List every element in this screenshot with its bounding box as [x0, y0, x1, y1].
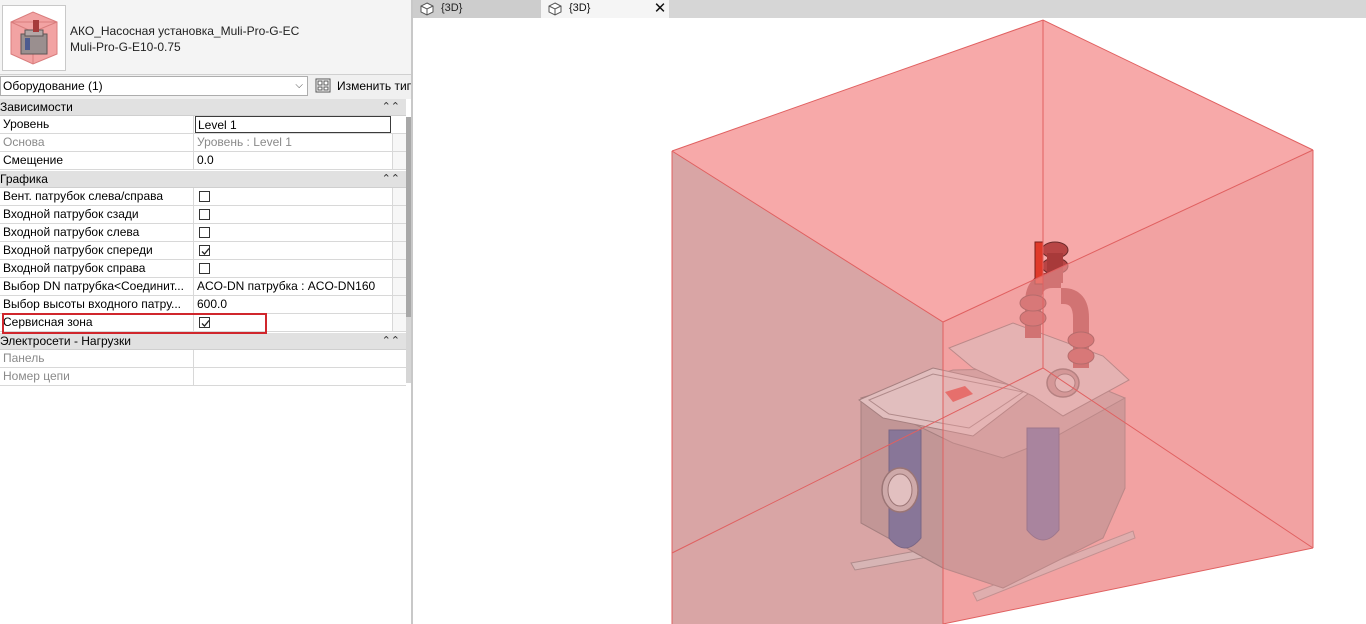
property-extra-cell — [392, 134, 406, 151]
group-label: Зависимости — [0, 100, 73, 114]
property-row-host[interactable]: Основа Уровень : Level 1 — [0, 134, 406, 152]
property-extra-cell — [392, 224, 406, 241]
host-value: Уровень : Level 1 — [197, 135, 292, 149]
3d-viewport[interactable] — [413, 18, 1366, 624]
property-extra-cell — [392, 260, 406, 277]
instance-filter-row: Оборудование (1) ⌵ Изменить тип — [0, 75, 411, 99]
property-row-level[interactable]: Уровень Level 1 — [0, 116, 406, 134]
edit-type-label: Изменить тип — [337, 79, 411, 93]
property-extra-cell — [392, 278, 406, 295]
property-row-inlet-left[interactable]: Входной патрубок слева — [0, 224, 406, 242]
checkbox[interactable] — [199, 209, 210, 220]
group-header-electrical-loads[interactable]: Электросети - Нагрузки ⌃⌃ — [0, 333, 406, 350]
property-row-dn-select[interactable]: Выбор DN патрубка<Соединит... ACO-DN пат… — [0, 278, 406, 296]
panel-value — [195, 350, 391, 367]
property-extra-cell — [392, 242, 406, 259]
property-label: Выбор DN патрубка<Соединит... — [0, 278, 194, 295]
type-name: Muli-Pro-G-E10-0.75 — [70, 40, 181, 54]
3d-model-view[interactable] — [413, 18, 1366, 624]
checkbox[interactable] — [199, 191, 210, 202]
view-tab-bar: {3D} {3D} ✕ — [413, 0, 1366, 18]
edit-type-button[interactable]: Изменить тип — [312, 76, 411, 96]
property-extra-cell — [392, 314, 406, 331]
checkmark-icon — [201, 248, 210, 255]
checkbox[interactable] — [199, 263, 210, 274]
tab-label: {3D} — [441, 2, 463, 14]
checkmark-icon — [201, 320, 210, 327]
inlet-height-value[interactable]: 600.0 — [195, 296, 391, 313]
group-header-graphics[interactable]: Графика ⌃⌃ — [0, 171, 406, 188]
property-label: Номер цепи — [0, 368, 194, 385]
checkbox-checked[interactable] — [199, 317, 210, 328]
property-row-panel[interactable]: Панель — [0, 350, 406, 368]
group-header-constraints[interactable]: Зависимости ⌃⌃ — [0, 99, 406, 116]
property-row-offset[interactable]: Смещение 0.0 — [0, 152, 406, 170]
property-extra-cell — [392, 152, 406, 169]
property-label: Входной патрубок слева — [0, 224, 194, 241]
property-label: Сервисная зона — [0, 314, 194, 331]
3d-view-icon — [420, 2, 434, 16]
instance-filter-dropdown[interactable]: Оборудование (1) ⌵ — [0, 76, 308, 96]
group-label: Электросети - Нагрузки — [0, 334, 131, 348]
property-extra-cell — [392, 188, 406, 205]
checkbox-checked[interactable] — [199, 245, 210, 256]
type-selector[interactable]: АКО_Насосная установка_Muli-Pro-G-EC Mul… — [0, 0, 411, 75]
close-icon[interactable]: ✕ — [652, 0, 668, 18]
edit-type-icon — [315, 78, 331, 93]
property-row-inlet-front[interactable]: Входной патрубок спереди — [0, 242, 406, 260]
tab-label: {3D} — [569, 2, 591, 14]
property-row-circuit-number[interactable]: Номер цепи — [0, 368, 406, 386]
family-name: АКО_Насосная установка_Muli-Pro-G-EC — [70, 24, 300, 38]
property-row-inlet-right[interactable]: Входной патрубок справа — [0, 260, 406, 278]
property-extra-cell — [392, 296, 406, 313]
3d-view-icon — [548, 2, 562, 16]
property-label: Панель — [0, 350, 194, 367]
dn-value[interactable]: ACO-DN патрубка : ACO-DN160 — [195, 278, 391, 295]
offset-value[interactable]: 0.0 — [195, 152, 391, 169]
property-row-vent-left-right[interactable]: Вент. патрубок слева/справа — [0, 188, 406, 206]
circuit-number-value — [195, 368, 391, 385]
level-value-field[interactable]: Level 1 — [195, 116, 391, 133]
collapse-icon[interactable]: ⌃⌃ — [382, 333, 400, 350]
property-label: Входной патрубок справа — [0, 260, 194, 277]
collapse-icon[interactable]: ⌃⌃ — [382, 99, 400, 116]
view-tab-3d-2[interactable]: {3D} — [541, 0, 669, 18]
view-tab-3d-1[interactable]: {3D} — [413, 0, 541, 18]
property-extra-cell — [392, 206, 406, 223]
family-thumbnail — [2, 5, 66, 71]
properties-grid: Зависимости ⌃⌃ Уровень Level 1 Основа Ур… — [0, 99, 406, 386]
property-row-inlet-back[interactable]: Входной патрубок сзади — [0, 206, 406, 224]
properties-palette: АКО_Насосная установка_Muli-Pro-G-EC Mul… — [0, 0, 411, 624]
instance-filter-value: Оборудование (1) — [3, 79, 103, 93]
checkbox[interactable] — [199, 227, 210, 238]
group-label: Графика — [0, 172, 48, 186]
property-label: Входной патрубок сзади — [0, 206, 194, 223]
property-label: Выбор высоты входного патру... — [0, 296, 194, 313]
chevron-down-icon: ⌵ — [295, 80, 303, 91]
property-label: Смещение — [0, 152, 194, 169]
property-row-inlet-height[interactable]: Выбор высоты входного патру... 600.0 — [0, 296, 406, 314]
property-label: Основа — [0, 134, 194, 151]
property-label: Входной патрубок спереди — [0, 242, 194, 259]
property-row-service-zone[interactable]: Сервисная зона — [0, 314, 406, 332]
collapse-icon[interactable]: ⌃⌃ — [382, 171, 400, 188]
property-label: Вент. патрубок слева/справа — [0, 188, 194, 205]
property-label: Уровень — [0, 116, 194, 133]
